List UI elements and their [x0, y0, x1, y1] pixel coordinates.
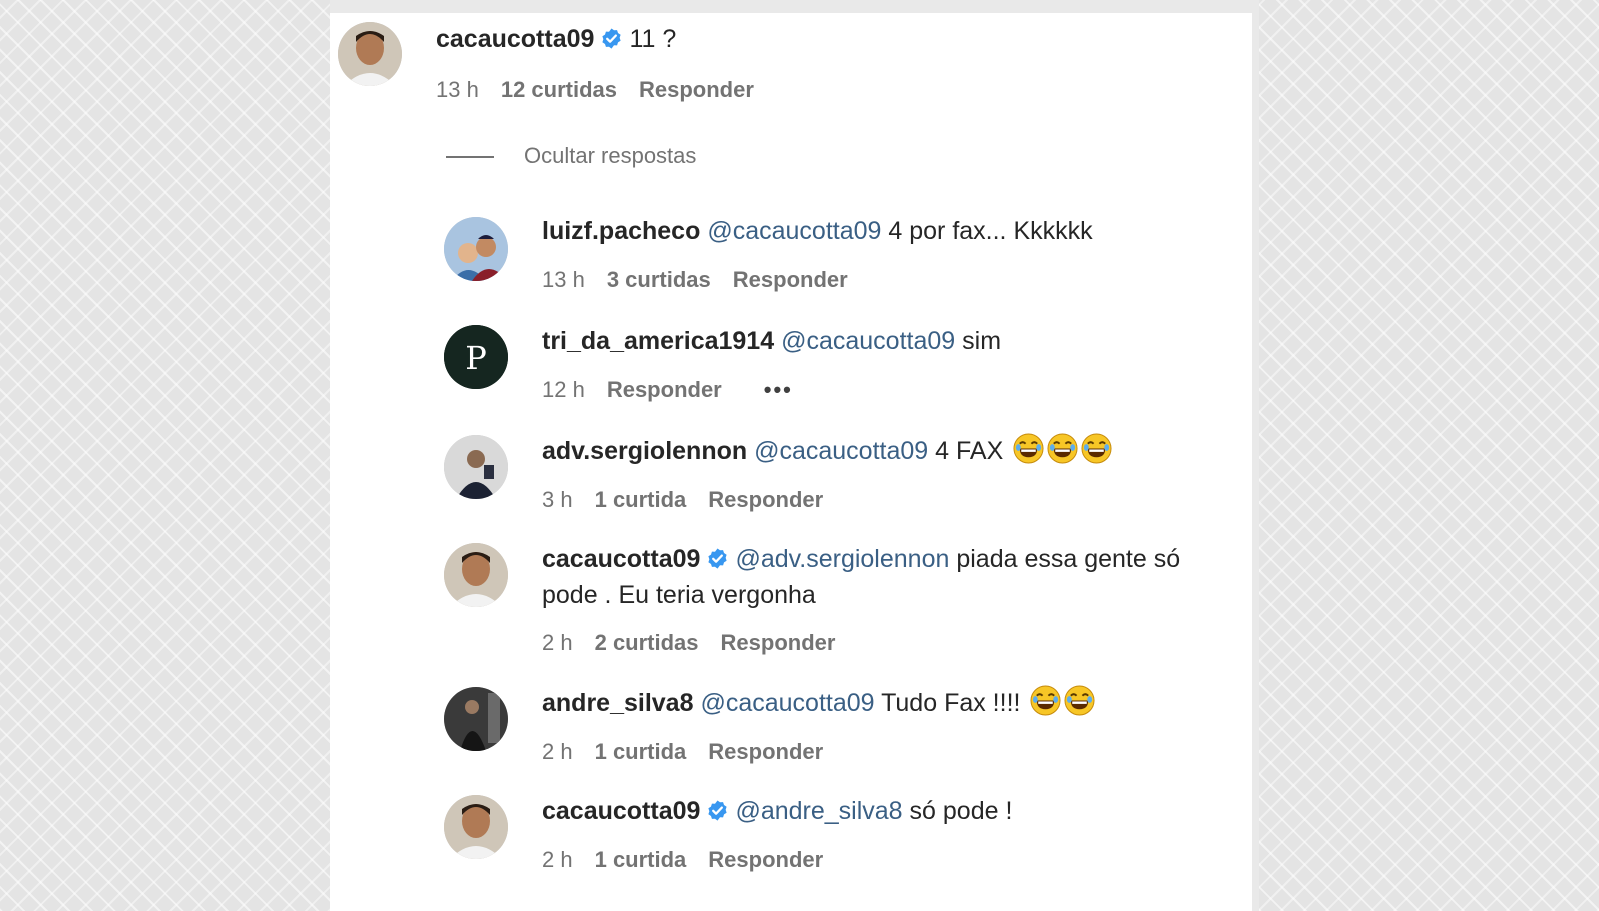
- reply-time: 2 h: [542, 630, 573, 655]
- reply-time: 3 h: [542, 487, 573, 512]
- reply-username[interactable]: adv.sergiolennon: [542, 437, 747, 465]
- avatar-cacaucotta09[interactable]: [338, 22, 402, 86]
- reply-username[interactable]: cacaucotta09: [542, 797, 700, 825]
- hide-replies-button[interactable]: Ocultar respostas: [446, 143, 696, 169]
- reply-text: 4 FAX: [935, 437, 1004, 465]
- laughing-emoji-icon: [1030, 685, 1061, 716]
- reply-button[interactable]: Responder: [733, 267, 848, 292]
- reply-button[interactable]: Responder: [708, 739, 823, 764]
- laughing-emoji-icon: [1064, 685, 1095, 716]
- avatar-cacaucotta09[interactable]: [444, 795, 508, 859]
- laughing-emoji-icon: [1047, 433, 1078, 464]
- more-options-icon[interactable]: •••: [764, 377, 793, 402]
- reply-text: Tudo Fax !!!!: [881, 689, 1021, 717]
- comments-panel: cacaucotta09 11 ? 13 h 12 curtidas Responde…: [330, 13, 1252, 911]
- reply-button[interactable]: Responder: [721, 630, 836, 655]
- reply-likes[interactable]: 1 curtida: [595, 487, 687, 512]
- avatar-tri-da-america1914[interactable]: P: [444, 325, 508, 389]
- reply-text: só pode !: [909, 797, 1013, 825]
- background-pattern-right: [1259, 0, 1599, 911]
- reply-mention[interactable]: @cacaucotta09: [707, 217, 881, 245]
- hide-replies-label: Ocultar respostas: [524, 143, 697, 168]
- comment-time: 13 h: [436, 77, 479, 102]
- reply-button[interactable]: Responder: [607, 377, 722, 402]
- reply-username[interactable]: luizf.pacheco: [542, 217, 700, 245]
- reply-mention[interactable]: @cacaucotta09: [754, 437, 928, 465]
- reply-likes[interactable]: 3 curtidas: [607, 267, 711, 292]
- verified-badge-icon: [706, 547, 729, 570]
- main-comment: cacaucotta09 11 ? 13 h 12 curtidas Responde…: [330, 13, 1252, 123]
- reply-likes[interactable]: 1 curtida: [595, 847, 687, 872]
- avatar-adv-sergiolennon[interactable]: [444, 435, 508, 499]
- laughing-emoji-icon: [1081, 433, 1112, 464]
- reply-time: 13 h: [542, 267, 585, 292]
- avatar-cacaucotta09[interactable]: [444, 543, 508, 607]
- reply-time: 12 h: [542, 377, 585, 402]
- reply-button[interactable]: Responder: [639, 77, 754, 102]
- reply-button[interactable]: Responder: [708, 487, 823, 512]
- reply-username[interactable]: andre_silva8: [542, 689, 694, 717]
- reply-item: andre_silva8 @cacaucotta09 Tudo Fax !!!!…: [330, 681, 1252, 781]
- reply-time: 2 h: [542, 847, 573, 872]
- reply-item: cacaucotta09 @adv.sergiolennon piada essa…: [330, 537, 1252, 677]
- reply-item: adv.sergiolennon @cacaucotta09 4 FAX 3 h…: [330, 429, 1252, 529]
- verified-badge-icon: [600, 27, 623, 50]
- svg-text:P: P: [465, 339, 487, 377]
- reply-username[interactable]: cacaucotta09: [542, 545, 700, 573]
- reply-text: sim: [962, 327, 1002, 355]
- avatar-luizf-pacheco[interactable]: [444, 217, 508, 281]
- verified-badge-icon: [706, 799, 729, 822]
- reply-item: P tri_da_america1914 @cacaucotta09 sim 1…: [330, 319, 1252, 419]
- comment-likes[interactable]: 12 curtidas: [501, 77, 617, 102]
- reply-mention[interactable]: @adv.sergiolennon: [735, 545, 949, 573]
- reply-likes[interactable]: 1 curtida: [595, 739, 687, 764]
- reply-button[interactable]: Responder: [708, 847, 823, 872]
- avatar-andre-silva8[interactable]: [444, 687, 508, 751]
- reply-likes[interactable]: 2 curtidas: [595, 630, 699, 655]
- reply-text: 4 por fax... Kkkkkk: [888, 217, 1093, 245]
- reply-item: luizf.pacheco @cacaucotta09 4 por fax...…: [330, 209, 1252, 309]
- reply-mention[interactable]: @cacaucotta09: [781, 327, 955, 355]
- comment-text: 11 ?: [629, 25, 677, 53]
- divider-line: [446, 156, 494, 159]
- laughing-emoji-icon: [1013, 433, 1044, 464]
- background-pattern-left: [0, 0, 330, 911]
- reply-time: 2 h: [542, 739, 573, 764]
- reply-username[interactable]: tri_da_america1914: [542, 327, 774, 355]
- reply-item: cacaucotta09 @andre_silva8 só pode ! 2 h 1…: [330, 789, 1252, 889]
- reply-mention[interactable]: @cacaucotta09: [700, 689, 874, 717]
- comment-username[interactable]: cacaucotta09: [436, 25, 594, 53]
- reply-mention[interactable]: @andre_silva8: [735, 797, 902, 825]
